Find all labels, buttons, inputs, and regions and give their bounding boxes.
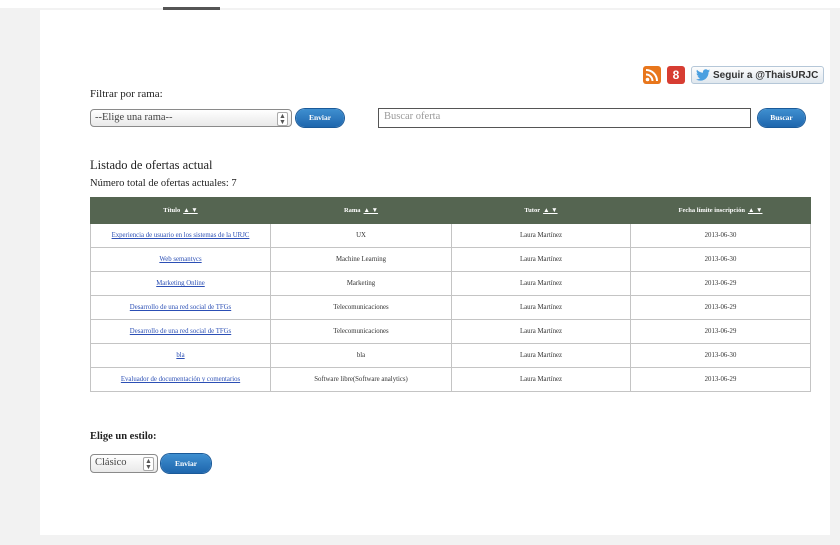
- offer-rama: UX: [270, 223, 452, 248]
- offer-fecha: 2013-06-29: [630, 295, 811, 320]
- sort-arrows-icon[interactable]: ▲ ▼: [183, 207, 198, 214]
- offer-title-link[interactable]: bla: [176, 352, 184, 359]
- select-arrows-icon: ▲ ▼: [143, 457, 154, 471]
- offer-fecha: 2013-06-30: [630, 223, 811, 248]
- offer-fecha: 2013-06-29: [630, 271, 811, 296]
- offers-total: Número total de ofertas actuales: 7: [90, 178, 237, 189]
- offer-rama: bla: [270, 343, 452, 368]
- offer-tutor: Laura Martínez: [451, 271, 631, 296]
- filter-label: Filtrar por rama:: [90, 88, 163, 100]
- sort-arrows-icon[interactable]: ▲ ▼: [364, 207, 379, 214]
- offer-tutor: Laura Martínez: [451, 343, 631, 368]
- sort-arrows-icon[interactable]: ▲ ▼: [748, 207, 763, 214]
- offer-title-link[interactable]: Web semantycs: [159, 256, 201, 263]
- search-button[interactable]: Buscar: [758, 109, 805, 127]
- table-row: Web semantycs Machine Learning Laura Mar…: [90, 247, 811, 272]
- offer-title-link[interactable]: Experiencia de usuario en los sistemas d…: [112, 232, 250, 239]
- sort-arrows-icon[interactable]: ▲ ▼: [543, 207, 558, 214]
- col-header-titulo[interactable]: Título ▲ ▼: [90, 197, 271, 224]
- rss-icon[interactable]: [643, 66, 661, 84]
- branch-select-value: --Elige una rama--: [95, 112, 173, 123]
- social-links: 8 Seguir a @ThaisURJC: [643, 66, 825, 84]
- table-row: Desarrollo de una red social de TFGs Tel…: [90, 295, 811, 320]
- table-row: Desarrollo de una red social de TFGs Tel…: [90, 319, 811, 344]
- table-row: Marketing Online Marketing Laura Martíne…: [90, 271, 811, 296]
- twitter-follow-button[interactable]: Seguir a @ThaisURJC: [691, 66, 825, 84]
- style-chooser-label: Elige un estilo:: [90, 431, 157, 442]
- branch-select[interactable]: --Elige una rama-- ▲ ▼: [90, 109, 292, 127]
- google-plus-icon[interactable]: 8: [667, 66, 685, 84]
- offer-fecha: 2013-06-30: [630, 247, 811, 272]
- offer-rama: Telecomunicaciones: [270, 295, 452, 320]
- offers-header-row: Título ▲ ▼ Rama ▲ ▼ Tutor ▲ ▼ Fecha límite …: [90, 197, 811, 224]
- offer-rama: Machine Learning: [270, 247, 452, 272]
- search-input[interactable]: Buscar oferta: [378, 108, 751, 128]
- table-row: Experiencia de usuario en los sistemas d…: [90, 223, 811, 248]
- offer-title-link[interactable]: Desarrollo de una red social de TFGs: [130, 328, 231, 335]
- offer-tutor: Laura Martínez: [451, 319, 631, 344]
- offers-table: Título ▲ ▼ Rama ▲ ▼ Tutor ▲ ▼ Fecha límite …: [90, 197, 811, 392]
- offer-fecha: 2013-06-29: [630, 367, 811, 392]
- offer-fecha: 2013-06-29: [630, 319, 811, 344]
- twitter-follow-label: Seguir a @ThaisURJC: [713, 69, 819, 81]
- style-submit-button[interactable]: Enviar: [161, 454, 211, 473]
- offer-title-link[interactable]: Evaluador de documentación y comentarios: [121, 376, 240, 383]
- select-arrows-icon: ▲ ▼: [277, 112, 288, 126]
- offer-rama: Marketing: [270, 271, 452, 296]
- style-select-value: Clásico: [95, 457, 127, 468]
- filter-submit-button[interactable]: Enviar: [296, 109, 344, 127]
- offer-rama: Telecomunicaciones: [270, 319, 452, 344]
- col-header-fecha[interactable]: Fecha límite inscripción ▲ ▼: [630, 197, 811, 224]
- offer-tutor: Laura Martínez: [451, 247, 631, 272]
- offer-tutor: Laura Martínez: [451, 223, 631, 248]
- table-row: bla bla Laura Martínez 2013-06-30: [90, 343, 811, 368]
- table-row: Evaluador de documentación y comentarios…: [90, 367, 811, 392]
- col-header-tutor[interactable]: Tutor ▲ ▼: [451, 197, 631, 224]
- offer-title-link[interactable]: Marketing Online: [156, 280, 205, 287]
- offer-rama: Software libre(Software analytics): [270, 367, 452, 392]
- col-header-rama[interactable]: Rama ▲ ▼: [270, 197, 452, 224]
- top-strip: [0, 0, 840, 8]
- style-select[interactable]: Clásico ▲ ▼: [90, 454, 158, 473]
- offer-tutor: Laura Martínez: [451, 367, 631, 392]
- offer-tutor: Laura Martínez: [451, 295, 631, 320]
- twitter-bird-icon: [696, 69, 710, 81]
- listing-title: Listado de ofertas actual: [90, 158, 213, 172]
- offer-fecha: 2013-06-30: [630, 343, 811, 368]
- offer-title-link[interactable]: Desarrollo de una red social de TFGs: [130, 304, 231, 311]
